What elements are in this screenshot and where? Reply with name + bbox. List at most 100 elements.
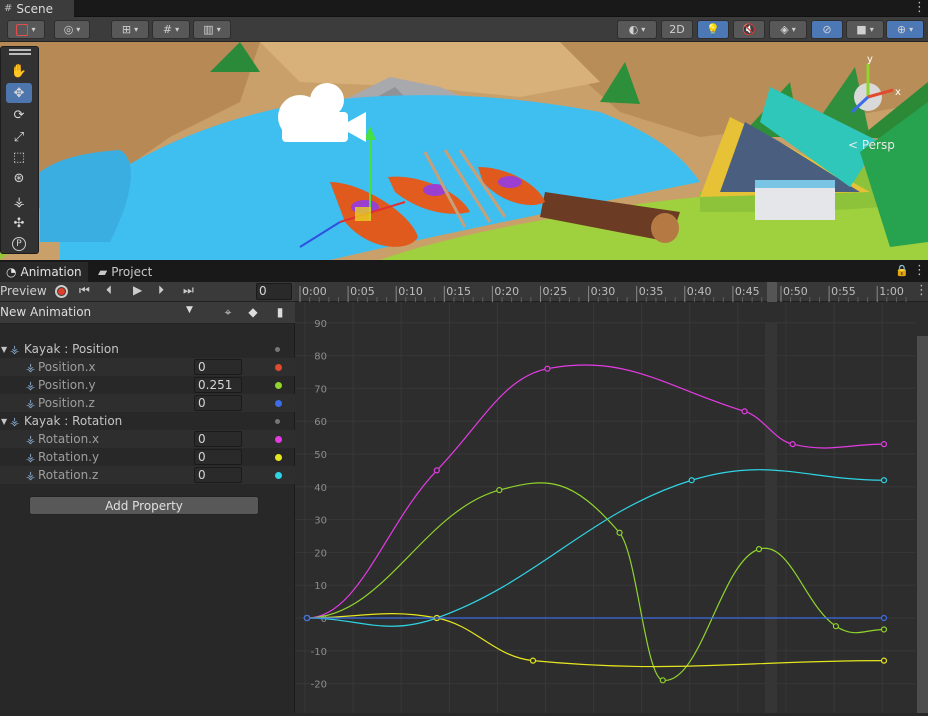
keyframe-point[interactable] <box>659 677 666 684</box>
next-keyframe-button[interactable]: ⏵ <box>158 283 164 298</box>
draw-mode-dropdown[interactable]: ▾ <box>7 20 45 39</box>
rect-tool[interactable]: ⬚ <box>6 147 32 167</box>
last-keyframe-button[interactable]: ⏭ <box>183 283 194 298</box>
keyframe-point[interactable] <box>880 657 888 664</box>
lighting-toggle[interactable]: 💡 <box>697 20 729 39</box>
custom-tool-2[interactable]: ✣ <box>6 213 32 233</box>
keyframe-point[interactable] <box>616 529 623 536</box>
curve-color-dot <box>275 381 282 389</box>
property-row[interactable]: ⚶ Position.z 0 <box>0 394 295 412</box>
grid-snap-dropdown[interactable]: ⊞ ▾ <box>111 20 149 39</box>
property-value-field[interactable]: 0 <box>194 467 242 483</box>
vertical-scrollbar[interactable] <box>917 336 928 713</box>
keyframe-point[interactable] <box>880 614 888 622</box>
custom-tool-1[interactable]: ⚶ <box>6 192 32 212</box>
property-row[interactable]: ⚶ Rotation.y 0 <box>0 448 295 466</box>
property-group-row[interactable]: ▼ ⚶ Kayak : Rotation <box>0 412 295 430</box>
animation-more-icon[interactable]: ⋮ <box>913 264 926 278</box>
tab-project[interactable]: ▰ Project <box>92 262 164 282</box>
camera-dropdown[interactable]: ■ ▾ <box>846 20 884 39</box>
tab-animation[interactable]: ◔ Animation <box>0 262 88 282</box>
ruler-tick-label: 0:40 <box>687 285 712 298</box>
property-row[interactable]: ⚶ Position.y 0.251 <box>0 376 295 394</box>
curve-color-dot <box>275 399 282 407</box>
y-tick-label: -10 <box>311 647 327 658</box>
first-keyframe-button[interactable]: ⏮ <box>79 283 90 298</box>
overlay-drag-handle-icon[interactable] <box>9 49 31 55</box>
timeline-more-icon[interactable]: ⋮ <box>915 284 928 298</box>
add-keyframe-button[interactable]: ◆ <box>244 303 262 321</box>
keyframe-point[interactable] <box>688 477 695 484</box>
gizmo-x-label: x <box>895 87 901 98</box>
keyframe-point[interactable] <box>529 657 537 664</box>
persp-label[interactable]: < Persp <box>848 138 895 152</box>
ruler-tick-label: 0:00 <box>302 285 327 298</box>
clip-dropdown[interactable]: New Animation ▼ <box>0 305 197 321</box>
filter-by-selection-button[interactable]: ⌖ <box>219 303 237 321</box>
transform-tool[interactable]: ⊛ <box>6 168 32 188</box>
move-tool[interactable]: ✥ <box>6 83 32 103</box>
property-value-field[interactable]: 0 <box>194 431 242 447</box>
keyframe-point[interactable] <box>741 408 748 415</box>
add-property-button[interactable]: Add Property <box>29 496 259 515</box>
shading-mode-dropdown[interactable]: ◐ ▾ <box>617 20 657 39</box>
lock-icon[interactable]: 🔒 <box>895 264 909 277</box>
keyframe-point[interactable] <box>880 441 888 448</box>
clip-name: New Animation <box>0 305 92 319</box>
clip-row: New Animation ▼ ⌖ ◆ ▮ <box>0 302 295 324</box>
play-button[interactable]: ▶ <box>133 283 142 297</box>
property-row[interactable]: ⚶ Rotation.x 0 <box>0 430 295 448</box>
timeline-ruler[interactable]: 0:00 0:05 0:10 0:15 0:20 0:25 0:30 0:35 0:40 0:45… <box>295 282 928 302</box>
property-group-row[interactable]: ▼ ⚶ Kayak : Position <box>0 340 295 358</box>
scale-tool[interactable]: ⤢ <box>6 127 32 147</box>
scene-viewport[interactable]: y x < Persp <box>0 42 928 260</box>
curve-line[interactable] <box>306 613 885 668</box>
property-row[interactable]: ⚶ Rotation.z 0 <box>0 466 295 484</box>
keyframe-point[interactable] <box>496 486 503 494</box>
rotate-tool[interactable]: ⟳ <box>6 105 32 125</box>
curve-line[interactable] <box>306 469 885 627</box>
audio-toggle[interactable]: 🔇 <box>733 20 765 39</box>
increment-snap-icon: # <box>162 23 173 36</box>
ruler-tick-label: 0:30 <box>591 285 616 298</box>
record-button[interactable] <box>55 285 68 298</box>
mode-2d-toggle[interactable]: 2D <box>661 20 693 39</box>
play-icon: ▶ <box>133 283 143 297</box>
property-value-field[interactable]: 0 <box>194 359 242 375</box>
curve-line[interactable] <box>306 364 885 619</box>
rect-icon: ⬚ <box>12 149 26 165</box>
property-value-field[interactable]: 0 <box>194 395 242 411</box>
scene-tab[interactable]: # Scene <box>0 0 74 17</box>
scene-more-icon[interactable]: ⋮ <box>913 1 926 15</box>
effects-dropdown[interactable]: ◈ ▾ <box>769 20 807 39</box>
curve-editor[interactable]: 90 80 70 60 50 40 30 20 10 0 -10 -20 <box>295 302 928 713</box>
hidden-objects-toggle[interactable]: ⊘ <box>811 20 843 39</box>
transform-axis-icon: ⚶ <box>26 378 36 392</box>
frame-field[interactable]: 0 <box>256 283 292 300</box>
keyframe-point[interactable] <box>755 546 763 553</box>
property-label: Rotation.y <box>38 450 100 464</box>
property-value-field[interactable]: 0 <box>194 449 242 465</box>
grid-visibility-dropdown[interactable]: ▥ ▾ <box>193 20 231 39</box>
keyframe-point[interactable] <box>433 467 440 474</box>
y-tick-label: -20 <box>311 680 327 691</box>
hand-tool[interactable]: ✋ <box>6 61 32 81</box>
hand-icon: ✋ <box>10 63 28 79</box>
prev-keyframe-button[interactable]: ⏴ <box>106 283 112 298</box>
custom-tool-3[interactable]: P <box>6 234 32 254</box>
property-value-field[interactable]: 0.251 <box>194 377 242 393</box>
keyframe-point[interactable] <box>789 441 796 448</box>
property-row[interactable]: ⚶ Position.x 0 <box>0 358 295 376</box>
keyframe-point[interactable] <box>544 365 551 372</box>
keyframe-point[interactable] <box>880 477 888 484</box>
add-event-button[interactable]: ▮ <box>271 303 289 321</box>
preview-toggle[interactable]: Preview <box>0 284 47 300</box>
gizmos-dropdown[interactable]: ⊕ ▾ <box>886 20 924 39</box>
playhead-marker[interactable] <box>767 282 777 302</box>
transform-axis-icon: ⚶ <box>26 396 36 410</box>
global-local-dropdown[interactable]: ◎ ▾ <box>54 20 90 39</box>
keyframe-point[interactable] <box>303 614 311 622</box>
increment-snap-dropdown[interactable]: # ▾ <box>152 20 190 39</box>
keyframe-point[interactable] <box>832 623 840 630</box>
keyframe-point[interactable] <box>880 626 888 633</box>
